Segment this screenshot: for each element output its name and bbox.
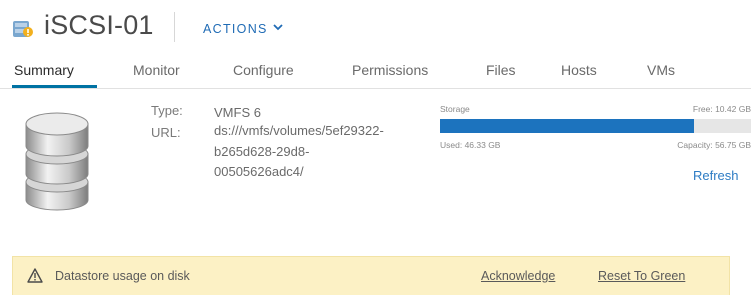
tab-files[interactable]: Files <box>486 62 516 78</box>
actions-menu-button[interactable]: ACTIONS <box>203 20 283 36</box>
url-label: URL: <box>151 125 181 140</box>
type-label: Type: <box>151 103 183 118</box>
url-value: ds:///vmfs/volumes/5ef29322- b265d628-29… <box>214 121 384 183</box>
alert-message: Datastore usage on disk <box>55 269 190 283</box>
tab-permissions[interactable]: Permissions <box>352 62 428 78</box>
url-line: ds:///vmfs/volumes/5ef29322- <box>214 123 384 138</box>
object-header: iSCSI-01 ACTIONS <box>0 0 751 56</box>
storage-used: Used: 46.33 GB <box>440 140 501 150</box>
tab-hosts[interactable]: Hosts <box>561 62 597 78</box>
tab-configure[interactable]: Configure <box>233 62 294 78</box>
tab-monitor[interactable]: Monitor <box>133 62 180 78</box>
database-icon <box>25 112 89 211</box>
tab-bar: Summary Monitor Configure Permissions Fi… <box>0 54 751 89</box>
warning-icon <box>27 268 43 283</box>
title-divider <box>174 12 175 42</box>
reset-to-green-link[interactable]: Reset To Green <box>598 269 685 283</box>
storage-label: Storage <box>440 104 470 114</box>
chevron-down-icon <box>273 20 283 34</box>
storage-free: Free: 10.42 GB <box>692 104 751 114</box>
actions-label: ACTIONS <box>203 22 268 36</box>
alert-banner: Datastore usage on disk Acknowledge Rese… <box>12 256 730 295</box>
page-title: iSCSI-01 <box>44 10 154 40</box>
storage-usage-fill <box>440 119 694 133</box>
storage-usage-bar <box>440 119 751 133</box>
url-line: b265d628-29d8- <box>214 143 310 159</box>
url-line: 00505626adc4/ <box>214 164 304 179</box>
active-tab-indicator <box>12 85 97 88</box>
datastore-icon <box>13 21 33 37</box>
refresh-link[interactable]: Refresh <box>693 168 739 183</box>
acknowledge-link[interactable]: Acknowledge <box>481 269 555 283</box>
tab-summary[interactable]: Summary <box>14 62 74 78</box>
storage-capacity: Capacity: 56.75 GB <box>677 140 751 150</box>
tab-vms[interactable]: VMs <box>647 62 675 78</box>
